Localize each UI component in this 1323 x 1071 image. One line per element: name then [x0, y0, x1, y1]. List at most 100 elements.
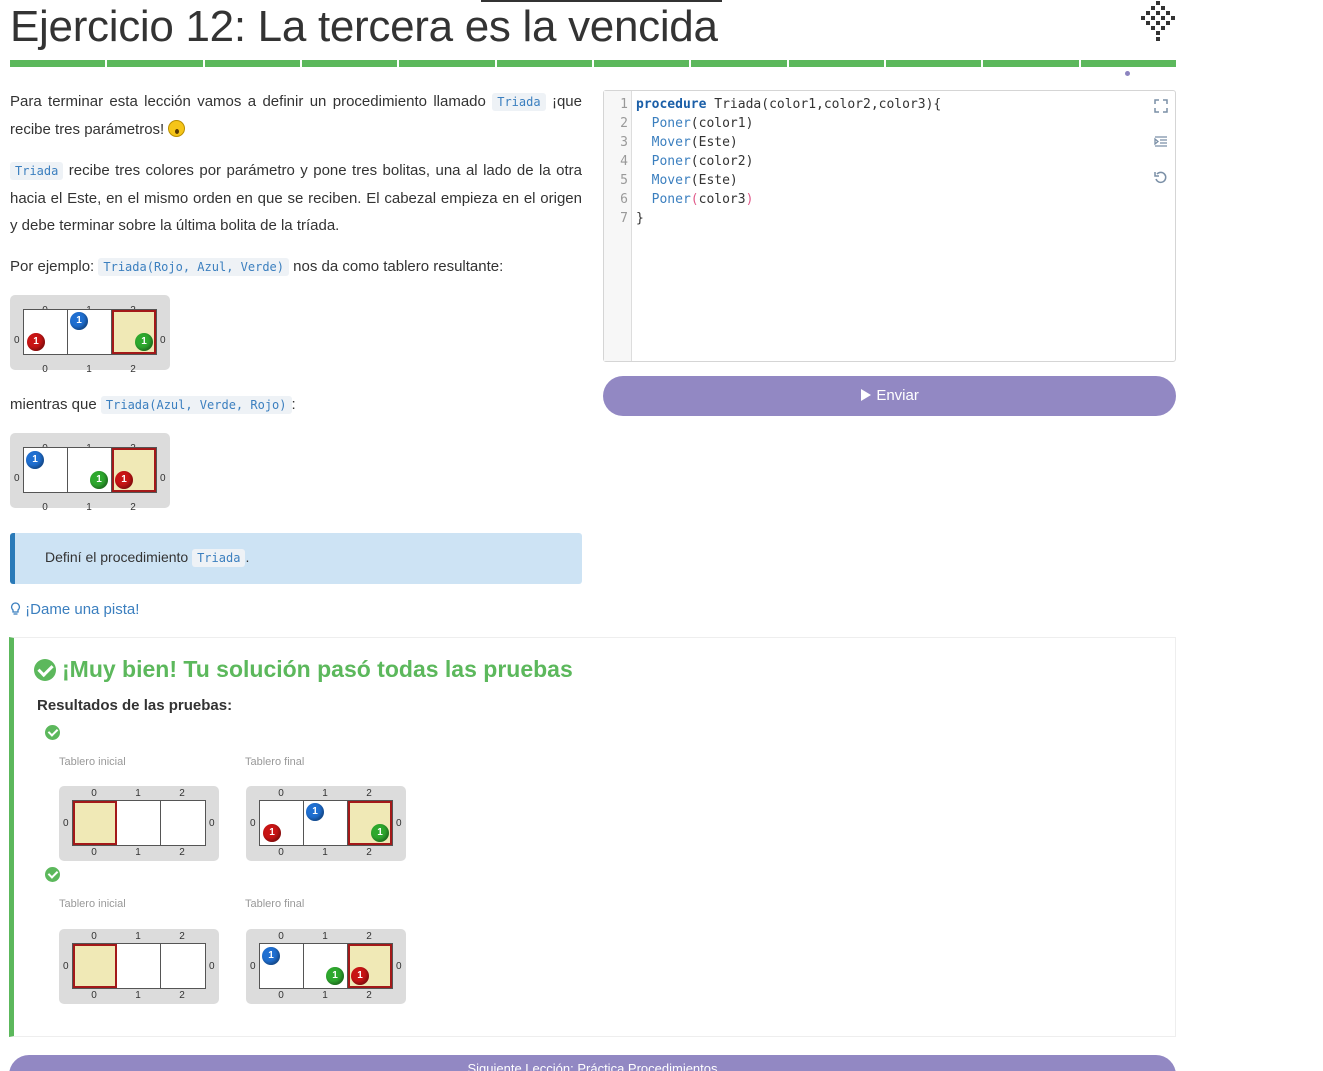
blue-ball: 1 [70, 312, 88, 330]
page-title: Ejercicio 12: La tercera es la vencida [10, 2, 718, 51]
column-label: 1 [322, 788, 328, 799]
column-label: 1 [86, 364, 92, 375]
board-grid [72, 943, 206, 989]
hint-label[interactable]: ¡Dame una pista! [25, 601, 139, 618]
progress-segment[interactable] [885, 60, 982, 67]
column-label: 0 [91, 847, 97, 858]
progress-segment[interactable] [204, 60, 300, 67]
row-label: 0 [250, 961, 256, 972]
next-lesson-button[interactable]: Siguiente Lección: Práctica Procedimient… [9, 1055, 1176, 1071]
board-grid [72, 800, 206, 846]
reset-icon[interactable] [1153, 171, 1169, 187]
line-number: 2 [620, 116, 628, 131]
blue-ball: 1 [306, 803, 324, 821]
progress-segment[interactable] [983, 60, 1079, 67]
board-cell-head: 1 [112, 310, 156, 354]
progress-segment[interactable] [399, 60, 495, 67]
test-passed-icon [45, 867, 60, 882]
result-title-text: ¡Muy bien! Tu solución pasó todas las pr… [62, 656, 573, 682]
row-label: 0 [160, 335, 166, 346]
column-label: 0 [42, 502, 48, 513]
initial-board-label: Tablero inicial [59, 898, 126, 910]
column-label: 2 [366, 847, 372, 858]
green-ball: 1 [135, 333, 153, 351]
red-ball: 1 [115, 471, 133, 489]
board-cell-head: 1 [112, 448, 156, 492]
progress-segment-current[interactable] [1080, 60, 1176, 67]
expand-icon[interactable] [1153, 99, 1169, 115]
row-label: 0 [14, 473, 20, 484]
progress-segment[interactable] [301, 60, 398, 67]
progress-segment[interactable] [496, 60, 592, 67]
line-number: 4 [620, 154, 628, 169]
code-paren: ) [745, 192, 754, 207]
code-line[interactable]: 5 Mover(Este) [604, 171, 941, 190]
code-line[interactable]: 6 Poner(color3) [604, 190, 941, 209]
red-ball: 1 [263, 824, 281, 842]
statement-text: nos da como tablero resultante: [289, 258, 504, 275]
statement-paragraph: Por ejemplo: Triada(Rojo, Azul, Verde) n… [10, 253, 582, 281]
indent-icon[interactable] [1153, 135, 1169, 151]
example-board-1: 0 1 2 0 0 1 1 1 0 1 2 [10, 295, 170, 375]
statement-text: Por ejemplo: [10, 258, 99, 275]
code-line[interactable]: 3 Mover(Este) [604, 133, 941, 152]
code-line[interactable]: 2 Poner(color1) [604, 114, 941, 133]
row-label: 0 [63, 961, 69, 972]
editor-toolbar [1153, 99, 1169, 207]
code-line[interactable]: 1 procedure Triada(color1,color2,color3){ [604, 95, 941, 114]
board-cell-head [73, 801, 117, 845]
inline-code: Triada [492, 93, 546, 111]
blue-ball: 1 [262, 947, 280, 965]
column-label: 0 [278, 931, 284, 942]
code-text: (color1) [690, 116, 754, 131]
code-editor[interactable]: 1 procedure Triada(color1,color2,color3){… [603, 90, 1176, 362]
statement-paragraph: Triada recibe tres colores por parámetro… [10, 157, 582, 239]
task-callout: Definí el procedimiento Triada. [10, 533, 582, 584]
code-text: Triada(color1,color2,color3){ [706, 97, 942, 112]
code-text: (color2) [690, 154, 754, 169]
code-function: Mover [651, 135, 691, 150]
row-label: 0 [63, 818, 69, 829]
code-line[interactable]: 7} [604, 209, 941, 228]
row-label: 0 [209, 961, 215, 972]
row-label: 0 [396, 961, 402, 972]
test-1-initial-board: 0 1 2 0 0 0 1 2 [59, 786, 219, 861]
statement-text: Para terminar esta lección vamos a defin… [10, 93, 493, 110]
blue-ball: 1 [26, 451, 44, 469]
code-line[interactable]: 4 Poner(color2) [604, 152, 941, 171]
code-function: Poner [651, 192, 691, 207]
line-number: 3 [620, 135, 628, 150]
code-text: } [636, 211, 644, 226]
final-board-label: Tablero final [245, 756, 305, 768]
test-2-initial-board: 0 1 2 0 0 0 1 2 [59, 929, 219, 1004]
progress-segment[interactable] [107, 60, 203, 67]
lightbulb-icon [11, 602, 20, 615]
column-label: 2 [179, 931, 185, 942]
line-number: 1 [620, 97, 628, 112]
column-label: 1 [322, 990, 328, 1001]
exercise-statement: Para terminar esta lección vamos a defin… [10, 88, 582, 623]
column-label: 2 [179, 990, 185, 1001]
progress-segment[interactable] [593, 60, 690, 67]
check-circle-icon [34, 658, 56, 681]
column-label: 1 [86, 502, 92, 513]
results-subtitle: Resultados de las pruebas: [37, 697, 233, 714]
column-label: 2 [366, 788, 372, 799]
board-cell: 1 [68, 448, 112, 492]
callout-text: . [245, 549, 250, 565]
progress-segment[interactable] [691, 60, 787, 67]
statement-paragraph: mientras que Triada(Azul, Verde, Rojo): [10, 391, 582, 419]
board-cell: 1 [304, 944, 348, 988]
submit-button[interactable]: Enviar [603, 376, 1176, 416]
progress-segment[interactable] [788, 60, 884, 67]
board-grid: 1 1 1 [259, 800, 393, 846]
play-icon [861, 389, 872, 401]
column-label: 0 [278, 847, 284, 858]
test-passed-icon [45, 725, 60, 740]
hint-link[interactable]: ¡Dame una pista! [10, 596, 582, 623]
progress-segment[interactable] [10, 60, 106, 67]
board-grid: 1 1 1 [23, 447, 157, 493]
editor-lines[interactable]: 1 procedure Triada(color1,color2,color3){… [604, 95, 941, 228]
test-2-final-board: 0 1 2 0 0 1 1 1 0 1 2 [246, 929, 406, 1004]
code-text: (Este) [690, 135, 738, 150]
